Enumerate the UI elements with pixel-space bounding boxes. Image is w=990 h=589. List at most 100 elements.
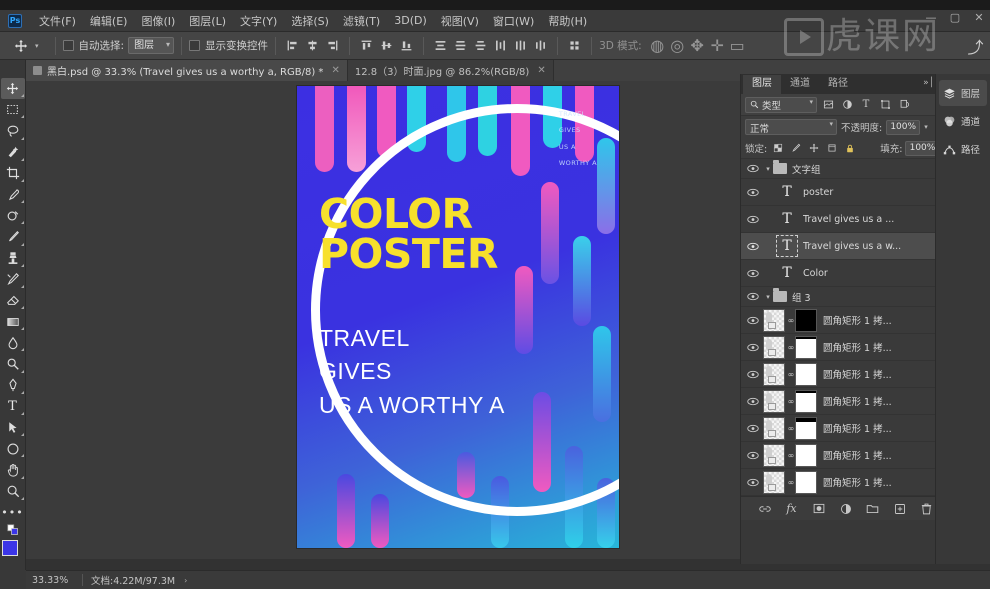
visibility-toggle-icon[interactable]: [743, 164, 763, 173]
minimize-button[interactable]: —: [924, 11, 938, 24]
visibility-toggle-icon[interactable]: [743, 397, 763, 406]
document-tab-shimian[interactable]: 12.8（3）时面.jpg @ 86.2%(RGB/8) ✕: [347, 60, 554, 81]
menu-type[interactable]: 文字(Y): [233, 10, 284, 32]
menu-layer[interactable]: 图层(L): [182, 10, 233, 32]
menu-edit[interactable]: 编辑(E): [83, 10, 135, 32]
zoom-level[interactable]: 33.33%: [26, 575, 82, 586]
align-vertical-centers-button[interactable]: [377, 36, 396, 55]
distribute-vertical-centers-button[interactable]: [451, 36, 470, 55]
group-expand-chevron-icon[interactable]: ▾: [763, 165, 773, 173]
table-row[interactable]: ∞ 圆角矩形 1 拷...: [741, 307, 950, 334]
path-selection-tool[interactable]: [1, 417, 25, 438]
layer-row-travel-2-selected[interactable]: T Travel gives us a w...: [741, 233, 950, 260]
close-icon[interactable]: ✕: [537, 65, 545, 76]
opacity-value[interactable]: 100%: [886, 119, 921, 135]
visibility-toggle-icon[interactable]: [743, 451, 763, 460]
horizontal-type-tool[interactable]: T: [1, 396, 25, 417]
dock-channels[interactable]: 通道: [939, 108, 987, 134]
threed-roll-button[interactable]: ◎: [668, 36, 687, 55]
close-button[interactable]: ✕: [972, 11, 986, 24]
dock-paths[interactable]: 路径: [939, 136, 987, 162]
filter-shape-layers-icon[interactable]: [877, 97, 893, 113]
visibility-toggle-icon[interactable]: [743, 478, 763, 487]
close-icon[interactable]: ✕: [331, 65, 339, 76]
menu-filter[interactable]: 滤镜(T): [336, 10, 387, 32]
distribute-right-button[interactable]: [531, 36, 550, 55]
lock-transparent-pixels-icon[interactable]: [770, 141, 785, 156]
panel-tab-channels[interactable]: 通道: [781, 75, 819, 94]
link-layers-button[interactable]: [758, 502, 772, 516]
pen-tool[interactable]: [1, 375, 25, 396]
distribute-left-button[interactable]: [491, 36, 510, 55]
edit-toolbar-more-button[interactable]: •••: [1, 502, 25, 523]
move-tool[interactable]: [0, 78, 25, 100]
canvas-area[interactable]: COLOR POSTER TRAVEL GIVES US A WORTHY A …: [26, 81, 740, 559]
panel-menu-icon[interactable]: »│: [923, 78, 934, 88]
visibility-toggle-icon[interactable]: [743, 242, 763, 251]
ellipse-shape-tool[interactable]: [1, 438, 25, 459]
lock-position-icon[interactable]: [806, 141, 821, 156]
align-right-edges-button[interactable]: [323, 36, 342, 55]
lock-image-pixels-icon[interactable]: [788, 141, 803, 156]
add-layer-mask-button[interactable]: [812, 502, 826, 516]
status-expand-icon[interactable]: ›: [184, 576, 187, 585]
table-row[interactable]: ∞ 圆角矩形 1 拷...: [741, 334, 950, 361]
filter-type-layers-icon[interactable]: T: [858, 97, 874, 113]
delete-layer-button[interactable]: [920, 502, 934, 516]
threed-pan-button[interactable]: ✥: [688, 36, 707, 55]
table-row[interactable]: ∞ 圆角矩形 1 拷...: [741, 469, 950, 496]
spot-healing-brush-tool[interactable]: [1, 205, 25, 226]
blur-tool[interactable]: [1, 332, 25, 353]
visibility-toggle-icon[interactable]: [743, 424, 763, 433]
layer-row-group-zu3[interactable]: ▾ 组 3: [741, 287, 950, 307]
filter-smart-objects-icon[interactable]: [896, 97, 912, 113]
group-expand-chevron-icon[interactable]: ▾: [763, 293, 773, 301]
history-brush-tool[interactable]: [1, 269, 25, 290]
layer-style-button[interactable]: fx: [785, 502, 799, 516]
visibility-toggle-icon[interactable]: [743, 215, 763, 224]
default-colors-icon[interactable]: [1, 523, 25, 536]
menu-help[interactable]: 帮助(H): [541, 10, 594, 32]
menu-select[interactable]: 选择(S): [284, 10, 336, 32]
menu-image[interactable]: 图像(I): [134, 10, 182, 32]
table-row[interactable]: ∞ 圆角矩形 1 拷...: [741, 388, 950, 415]
gradient-tool[interactable]: [1, 311, 25, 332]
quick-selection-tool[interactable]: [1, 142, 25, 163]
layer-row-travel-1[interactable]: T Travel gives us a ...: [741, 206, 950, 233]
threed-orbit-button[interactable]: ◍: [648, 36, 667, 55]
new-group-button[interactable]: [866, 502, 880, 516]
layer-row-group-wenzizu[interactable]: ▾ 文字组: [741, 159, 950, 179]
layer-filter-type-dropdown[interactable]: 类型: [745, 96, 817, 113]
lock-all-icon[interactable]: [842, 141, 857, 156]
visibility-toggle-icon[interactable]: [743, 269, 763, 278]
threed-scale-button[interactable]: ▭: [728, 36, 747, 55]
align-distribute-options-button[interactable]: [565, 36, 584, 55]
filter-pixel-layers-icon[interactable]: [820, 97, 836, 113]
foreground-color-swatch[interactable]: [1, 540, 18, 557]
menu-3d[interactable]: 3D(D): [387, 11, 434, 30]
show-transform-controls-checkbox[interactable]: [189, 40, 201, 51]
table-row[interactable]: ∞ 圆角矩形 1 拷...: [741, 415, 950, 442]
distribute-top-button[interactable]: [431, 36, 450, 55]
visibility-toggle-icon[interactable]: [743, 343, 763, 352]
align-left-edges-button[interactable]: [283, 36, 302, 55]
poster-document[interactable]: COLOR POSTER TRAVEL GIVES US A WORTHY A …: [297, 86, 619, 548]
new-adjustment-layer-button[interactable]: [839, 502, 853, 516]
tool-preset-chevron-down-icon[interactable]: ▾: [35, 42, 39, 50]
align-top-edges-button[interactable]: [357, 36, 376, 55]
align-horizontal-centers-button[interactable]: [303, 36, 322, 55]
auto-select-scope-dropdown[interactable]: 图层: [128, 37, 175, 54]
brush-tool[interactable]: [1, 226, 25, 247]
layer-row-color[interactable]: T Color: [741, 260, 950, 287]
hand-tool[interactable]: [1, 459, 25, 480]
layer-row-poster[interactable]: T poster: [741, 179, 950, 206]
share-icon[interactable]: ⤴: [966, 36, 985, 57]
distribute-bottom-button[interactable]: [471, 36, 490, 55]
opacity-chevron-down-icon[interactable]: ▾: [924, 123, 928, 131]
filter-adjustment-layers-icon[interactable]: [839, 97, 855, 113]
threed-slide-button[interactable]: ✛: [708, 36, 727, 55]
maximize-button[interactable]: ▢: [948, 11, 962, 24]
blend-mode-dropdown[interactable]: 正常: [745, 119, 837, 135]
zoom-tool[interactable]: [1, 481, 25, 502]
table-row[interactable]: ∞ 圆角矩形 1 拷...: [741, 442, 950, 469]
